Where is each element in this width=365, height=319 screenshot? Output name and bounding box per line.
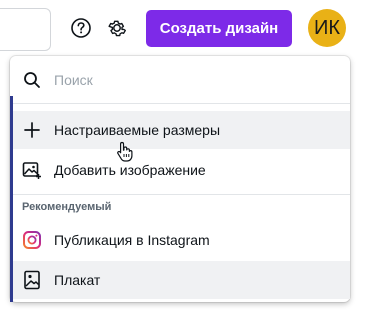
plus-icon <box>22 120 42 140</box>
menu-item-label: Настраиваемые размеры <box>54 122 221 138</box>
image-add-icon <box>22 160 42 180</box>
divider <box>10 194 350 195</box>
page-edge-accent <box>10 96 13 302</box>
canva-header-with-create-dropdown: Создать дизайн ИК Поиск Настраиваемые ра… <box>0 0 365 319</box>
poster-icon <box>22 270 42 290</box>
instagram-icon <box>22 230 42 250</box>
left-control[interactable] <box>0 8 51 51</box>
menu-item-instagram-post[interactable]: Публикация в Instagram <box>10 221 350 259</box>
top-bar: Создать дизайн ИК <box>0 0 365 58</box>
search-placeholder: Поиск <box>54 71 93 88</box>
help-button[interactable] <box>65 12 97 44</box>
search-field[interactable]: Поиск <box>10 56 350 103</box>
section-label-recommended: Рекомендуемый <box>22 201 112 213</box>
create-design-dropdown: Поиск Настраиваемые размеры Добавить изо… <box>10 56 350 302</box>
menu-item-label: Публикация в Instagram <box>54 232 210 248</box>
hand-cursor-icon <box>117 141 133 162</box>
gear-icon <box>108 20 126 37</box>
divider <box>10 103 350 104</box>
menu-item-label: Плакат <box>54 272 101 288</box>
create-design-button[interactable]: Создать дизайн <box>146 10 292 47</box>
menu-item-custom-size[interactable]: Настраиваемые размеры <box>10 111 350 149</box>
menu-item-add-image[interactable]: Добавить изображение <box>10 151 350 189</box>
settings-button[interactable] <box>101 12 133 44</box>
menu-item-poster[interactable]: Плакат <box>10 261 350 299</box>
search-icon <box>22 70 42 90</box>
menu-item-label: Добавить изображение <box>54 162 206 178</box>
avatar[interactable]: ИК <box>308 9 346 47</box>
question-circle-icon <box>71 18 91 38</box>
